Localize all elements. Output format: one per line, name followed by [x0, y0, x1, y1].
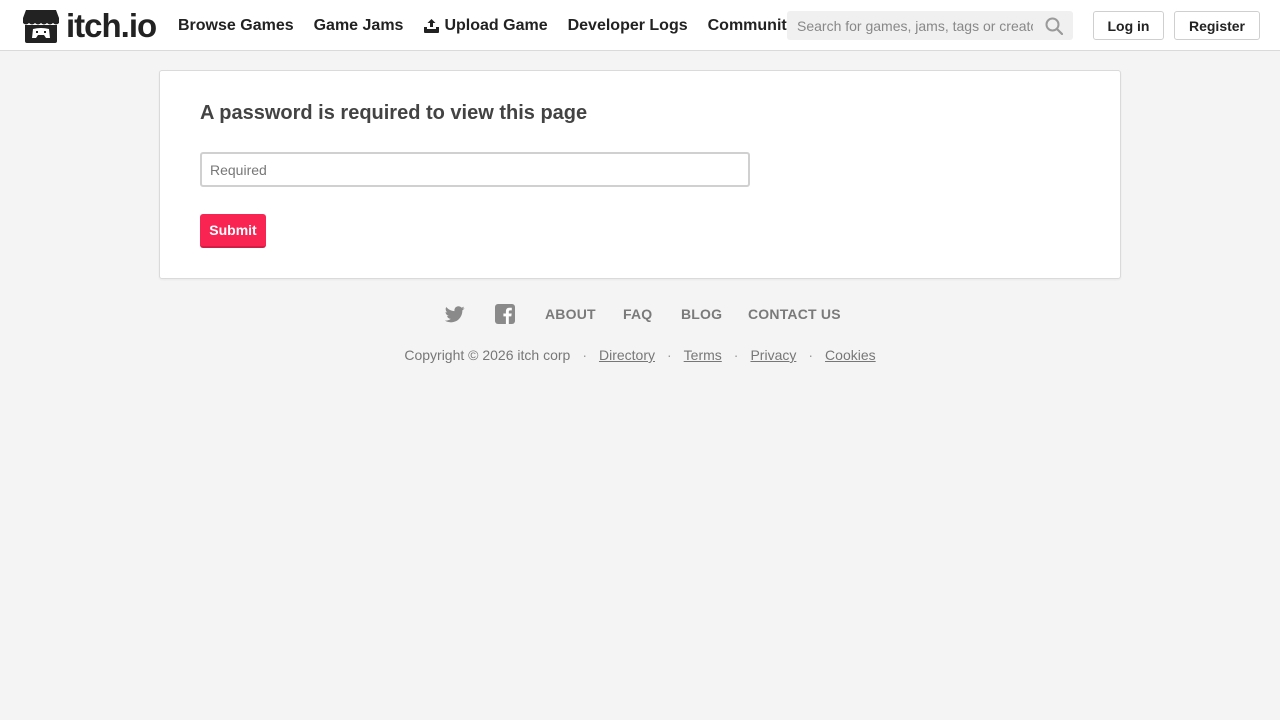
nav-upload-game-label: Upload Game	[444, 16, 548, 34]
copyright-text: Copyright © 2026 itch corp	[404, 347, 571, 363]
password-field[interactable]	[200, 152, 750, 187]
search-input[interactable]	[787, 11, 1043, 40]
footer-directory-link[interactable]: Directory	[599, 347, 655, 363]
footer-about-link[interactable]: ABOUT	[545, 306, 596, 322]
separator-dot: ·	[582, 347, 587, 363]
main-nav: Browse Games Game Jams Upload Game Devel…	[178, 0, 816, 51]
search-icon[interactable]	[1044, 16, 1064, 36]
facebook-icon[interactable]	[495, 304, 515, 324]
submit-button[interactable]: Submit	[200, 214, 266, 248]
footer-cookies-link[interactable]: Cookies	[825, 347, 876, 363]
register-button[interactable]: Register	[1174, 11, 1260, 40]
footer-privacy-link[interactable]: Privacy	[750, 347, 796, 363]
itchio-logo-icon	[22, 8, 60, 44]
twitter-icon[interactable]	[445, 304, 465, 324]
footer-terms-link[interactable]: Terms	[684, 347, 722, 363]
separator-dot: ·	[808, 347, 814, 363]
site-header: itch.io Browse Games Game Jams Upload Ga…	[0, 0, 1280, 51]
password-card: A password is required to view this page…	[159, 70, 1121, 279]
search-box	[787, 11, 1073, 40]
separator-dot: ·	[667, 347, 672, 363]
footer-faq-link[interactable]: FAQ	[623, 306, 652, 322]
nav-game-jams[interactable]: Game Jams	[314, 17, 404, 35]
footer-links: ABOUT FAQ BLOG CONTACT US	[0, 302, 1280, 326]
nav-browse-games[interactable]: Browse Games	[178, 17, 294, 35]
footer-contact-link[interactable]: CONTACT US	[748, 306, 841, 322]
nav-community[interactable]: Community	[708, 17, 796, 35]
logo-text: itch.io	[66, 7, 157, 44]
footer-blog-link[interactable]: BLOG	[681, 306, 722, 322]
nav-upload-game[interactable]: Upload Game	[423, 16, 548, 35]
separator-dot: ·	[733, 347, 739, 363]
upload-icon	[423, 18, 440, 34]
page-title: A password is required to view this page	[200, 102, 588, 124]
nav-developer-logs[interactable]: Developer Logs	[568, 17, 688, 35]
login-button[interactable]: Log in	[1093, 11, 1164, 40]
itchio-logo[interactable]: itch.io	[22, 7, 157, 44]
footer-legal: Copyright © 2026 itch corp · Directory ·…	[0, 345, 1280, 365]
